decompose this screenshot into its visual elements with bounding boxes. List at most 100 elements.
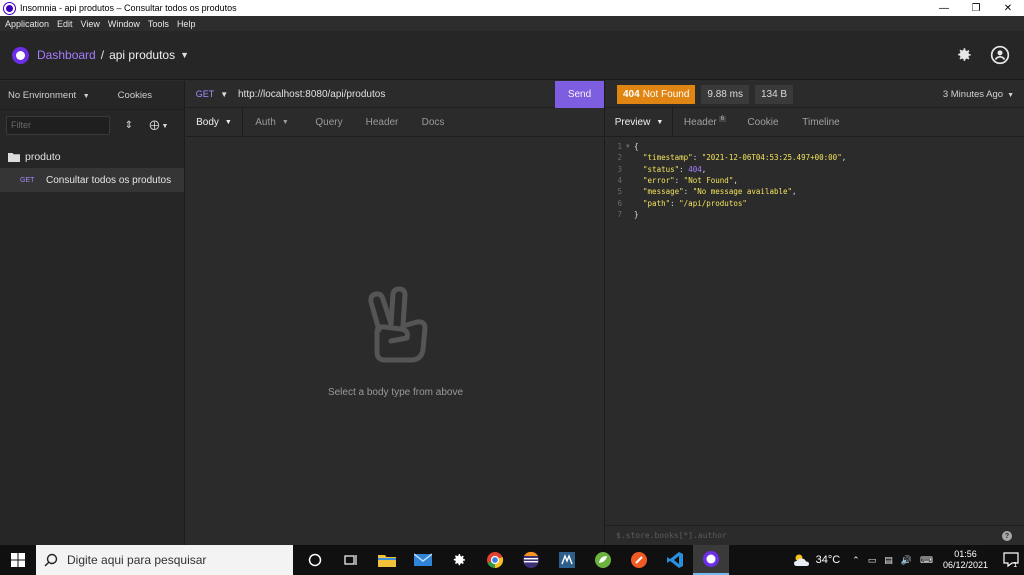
- sidebar-filter-input[interactable]: [6, 115, 110, 135]
- sort-icon[interactable]: ⇕: [118, 120, 140, 131]
- battery-icon[interactable]: ▭: [868, 555, 877, 566]
- clock-date: 06/12/2021: [942, 560, 988, 570]
- code-line: 2 "timestamp": "2021-12-06T04:53:25.497+…: [617, 153, 847, 163]
- cookies-button[interactable]: Cookies: [118, 90, 152, 101]
- workspace-dropdown-icon[interactable]: ▼: [180, 50, 189, 60]
- json-path-value: /api/produtos: [683, 198, 743, 208]
- sidebar-folder-produto[interactable]: produto: [0, 146, 184, 168]
- close-button[interactable]: ✕: [992, 0, 1024, 16]
- vscode-icon[interactable]: [657, 545, 693, 575]
- keyboard-icon[interactable]: ⌨: [920, 555, 933, 566]
- tab-docs[interactable]: Docs: [407, 108, 459, 137]
- mysql-workbench-icon[interactable]: [549, 545, 585, 575]
- breadcrumb-dashboard[interactable]: Dashboard: [37, 48, 96, 62]
- mail-icon[interactable]: [405, 545, 441, 575]
- notification-center-icon[interactable]: 1: [998, 552, 1024, 568]
- account-user-icon[interactable]: [988, 43, 1012, 67]
- chevron-down-icon: ▼: [1007, 91, 1014, 99]
- weather-temperature[interactable]: 34°C: [816, 554, 841, 566]
- tab-cookie[interactable]: Cookie: [737, 108, 789, 137]
- eclipse-icon[interactable]: [513, 545, 549, 575]
- tab-preview[interactable]: Preview ▼: [606, 108, 672, 137]
- clock-time: 01:56: [954, 549, 977, 559]
- task-view-icon[interactable]: [333, 545, 369, 575]
- menu-edit[interactable]: Edit: [57, 19, 73, 29]
- response-body-viewer[interactable]: 1 ▼{ 2 "timestamp": "2021-12-06T04:53:25.…: [606, 137, 1024, 220]
- tab-body[interactable]: Body ▼: [186, 108, 242, 137]
- response-history-dropdown[interactable]: 3 Minutes Ago ▼: [943, 89, 1014, 100]
- json-message-value: No message available: [697, 187, 788, 197]
- response-status-bar: 404 Not Found 9.88 ms 134 B 3 Minutes Ago…: [606, 81, 1024, 108]
- taskbar-clock[interactable]: 01:56 06/12/2021: [943, 549, 988, 571]
- chrome-icon[interactable]: [477, 545, 513, 575]
- menu-window[interactable]: Window: [108, 19, 140, 29]
- settings-gear-icon[interactable]: [952, 43, 976, 67]
- windows-start-icon[interactable]: [0, 545, 36, 575]
- code-line: 5 "message": "No message available",: [617, 187, 797, 197]
- tab-body-label: Body: [196, 116, 219, 128]
- menu-view[interactable]: View: [81, 19, 100, 29]
- status-code: 404: [623, 88, 640, 100]
- environment-row: No Environment ▼ Cookies: [0, 81, 184, 110]
- tab-response-header[interactable]: Header 6: [673, 108, 737, 137]
- environment-dropdown[interactable]: No Environment ▼: [8, 90, 90, 101]
- tab-response-header-label: Header: [683, 116, 717, 128]
- tab-preview-label: Preview: [614, 116, 651, 128]
- method-dropdown[interactable]: GET ▼: [186, 89, 238, 99]
- json-error-value: Not Found: [688, 176, 729, 186]
- minimize-button[interactable]: —: [928, 0, 960, 16]
- url-input[interactable]: http://localhost:8080/api/produtos: [238, 89, 555, 100]
- chevron-down-icon: ▼: [224, 118, 232, 126]
- weather-cloud-sun-icon[interactable]: [792, 553, 812, 567]
- menu-tools[interactable]: Tools: [148, 19, 169, 29]
- code-line: 1 ▼{: [617, 142, 639, 152]
- insomnia-logo-icon[interactable]: [12, 46, 29, 64]
- menu-help[interactable]: Help: [177, 19, 196, 29]
- url-bar: GET ▼ http://localhost:8080/api/produtos …: [186, 80, 604, 108]
- settings-app-icon[interactable]: [441, 545, 477, 575]
- response-time-badge: 9.88 ms: [701, 84, 749, 104]
- insomnia-app-icon: [4, 2, 15, 14]
- restore-button[interactable]: ❐: [960, 0, 992, 16]
- network-icon[interactable]: ▤: [884, 555, 893, 566]
- add-dropdown-icon[interactable]: ⨁ ▼: [148, 120, 170, 131]
- breadcrumb-separator: /: [100, 48, 105, 62]
- response-filter-input[interactable]: $.store.books[*].author: [616, 531, 727, 540]
- postman-icon[interactable]: [621, 545, 657, 575]
- folder-label: produto: [25, 151, 61, 163]
- cortana-icon[interactable]: [297, 545, 333, 575]
- response-filter-bar[interactable]: $.store.books[*].author ?: [606, 525, 1024, 545]
- send-button[interactable]: Send: [555, 80, 604, 108]
- empty-body-text: Select a body type from above: [327, 387, 464, 398]
- environment-label: No Environment: [8, 89, 77, 101]
- header-count-badge: 6: [718, 116, 727, 122]
- tab-auth[interactable]: Auth ▼: [243, 108, 301, 137]
- sidebar: No Environment ▼ Cookies ⇕ ⨁▼ produto GE…: [0, 81, 185, 545]
- code-line: 6 "path": "/api/produtos": [617, 198, 747, 208]
- code-line: 4 "error": "Not Found",: [617, 176, 738, 186]
- system-tray: 34°C ⌃ ▭ ▤ 🔊 ⌨ 01:56 06/12/2021 1: [792, 545, 1024, 575]
- breadcrumb-workspace[interactable]: api produtos: [109, 48, 175, 62]
- chevron-down-icon: ▼: [82, 92, 90, 100]
- menu-application[interactable]: Application: [5, 19, 49, 29]
- response-tabs: Preview ▼ Header 6 Cookie Timeline: [606, 107, 1024, 137]
- request-name: Consultar todos os produtos: [46, 174, 172, 186]
- spring-tools-icon[interactable]: [585, 545, 621, 575]
- tab-auth-label: Auth: [255, 116, 276, 128]
- code-line: 3 "status": 404,: [617, 164, 707, 174]
- volume-icon[interactable]: 🔊: [901, 555, 912, 566]
- taskbar-search-box[interactable]: Digite aqui para pesquisar: [36, 545, 293, 575]
- window-title: Insomnia - api produtos – Consultar todo…: [20, 3, 237, 13]
- tab-timeline[interactable]: Timeline: [789, 108, 853, 137]
- help-icon[interactable]: ?: [1002, 531, 1012, 541]
- sidebar-request-item[interactable]: GET Consultar todos os produtos: [0, 168, 184, 192]
- tab-query[interactable]: Query: [301, 108, 357, 137]
- tray-chevron-up-icon[interactable]: ⌃: [852, 555, 860, 566]
- window-titlebar: Insomnia - api produtos – Consultar todo…: [0, 0, 1024, 16]
- insomnia-taskbar-icon[interactable]: [693, 545, 729, 575]
- folder-icon: [8, 153, 20, 162]
- response-size-badge: 134 B: [754, 84, 794, 104]
- status-text: Not Found: [642, 88, 690, 100]
- file-explorer-icon[interactable]: [369, 545, 405, 575]
- tab-header[interactable]: Header: [357, 108, 407, 137]
